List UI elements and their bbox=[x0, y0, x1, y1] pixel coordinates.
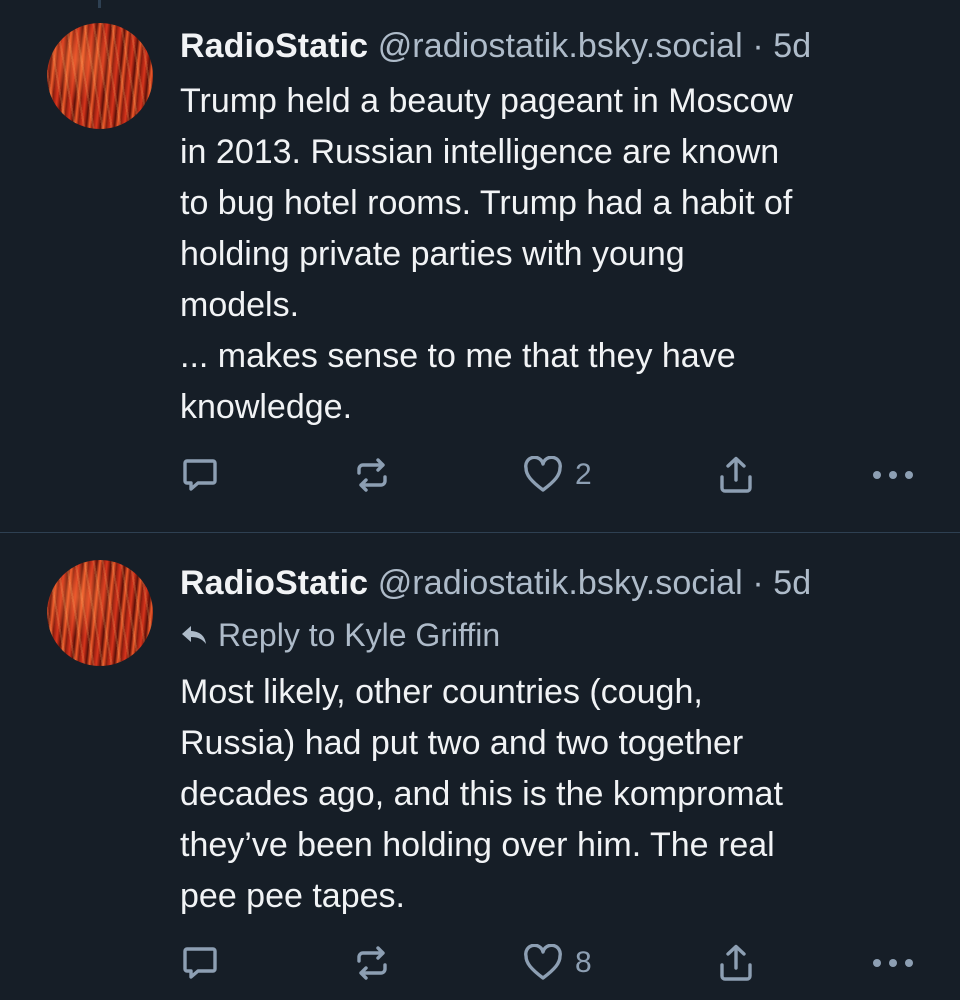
reply-button[interactable] bbox=[180, 943, 220, 983]
post-text-line: ... makes sense to me that they have bbox=[180, 337, 736, 375]
reply-to-indicator[interactable]: Reply to Kyle Griffin bbox=[180, 606, 930, 664]
post-text-line: knowledge. bbox=[180, 388, 353, 426]
like-count: 2 bbox=[575, 458, 592, 491]
reply-arrow-icon bbox=[182, 626, 206, 644]
reply-button[interactable] bbox=[180, 455, 220, 495]
more-icon bbox=[873, 471, 913, 479]
heart-icon bbox=[524, 456, 562, 492]
reply-icon bbox=[183, 947, 217, 979]
post-content: RadioStatic @radiostatik.bsky.social · 5… bbox=[180, 560, 930, 1000]
avatar[interactable] bbox=[47, 23, 153, 129]
share-icon bbox=[720, 944, 752, 981]
post-text-line: Russia) had put two and two together bbox=[180, 724, 744, 762]
post-text-line: Trump held a beauty pageant in Moscow bbox=[180, 82, 793, 120]
post-actions: 2 bbox=[180, 453, 914, 497]
post[interactable]: RadioStatic @radiostatik.bsky.social · 5… bbox=[0, 0, 960, 533]
more-options-button[interactable] bbox=[872, 469, 914, 481]
like-button[interactable]: 8 bbox=[523, 944, 592, 982]
like-button[interactable]: 2 bbox=[523, 456, 592, 494]
more-options-button[interactable] bbox=[872, 957, 914, 969]
post-text-line: decades ago, and this is the kompromat bbox=[180, 775, 783, 813]
avatar[interactable] bbox=[47, 560, 153, 666]
post-text-line: to bug hotel rooms. Trump had a habit of bbox=[180, 184, 793, 222]
header-separator: · bbox=[752, 27, 764, 65]
post[interactable]: RadioStatic @radiostatik.bsky.social · 5… bbox=[0, 533, 960, 1000]
post-actions: 8 bbox=[180, 941, 914, 985]
post-text: Most likely, other countries (cough, Rus… bbox=[180, 667, 930, 922]
heart-icon bbox=[524, 944, 562, 980]
post-text: Trump held a beauty pageant in Moscow in… bbox=[180, 76, 930, 433]
post-timestamp[interactable]: 5d bbox=[773, 27, 811, 65]
share-button[interactable] bbox=[717, 455, 755, 495]
post-header: RadioStatic @radiostatik.bsky.social · 5… bbox=[180, 560, 930, 606]
post-text-line: holding private parties with young bbox=[180, 235, 685, 273]
author-handle[interactable]: @radiostatik.bsky.social bbox=[378, 27, 743, 65]
author-display-name[interactable]: RadioStatic bbox=[180, 27, 368, 65]
author-display-name[interactable]: RadioStatic bbox=[180, 564, 368, 602]
repost-icon bbox=[357, 946, 387, 980]
repost-button[interactable] bbox=[353, 944, 391, 982]
repost-icon bbox=[357, 458, 387, 492]
like-count: 8 bbox=[575, 946, 592, 979]
post-header: RadioStatic @radiostatik.bsky.social · 5… bbox=[180, 23, 930, 69]
share-icon bbox=[720, 456, 752, 493]
post-text-line: they’ve been holding over him. The real bbox=[180, 826, 775, 864]
reply-to-label: Reply to Kyle Griffin bbox=[218, 617, 501, 653]
more-icon bbox=[873, 959, 913, 967]
post-feed: RadioStatic @radiostatik.bsky.social · 5… bbox=[0, 0, 960, 1000]
header-separator: · bbox=[752, 564, 764, 602]
reply-icon bbox=[183, 459, 217, 491]
post-text-line: Most likely, other countries (cough, bbox=[180, 673, 703, 711]
post-timestamp[interactable]: 5d bbox=[773, 564, 811, 602]
post-text-line: models. bbox=[180, 286, 300, 324]
post-text-line: pee pee tapes. bbox=[180, 877, 405, 915]
post-text-line: in 2013. Russian intelligence are known bbox=[180, 133, 780, 171]
repost-button[interactable] bbox=[353, 456, 391, 494]
author-handle[interactable]: @radiostatik.bsky.social bbox=[378, 564, 743, 602]
share-button[interactable] bbox=[717, 943, 755, 983]
